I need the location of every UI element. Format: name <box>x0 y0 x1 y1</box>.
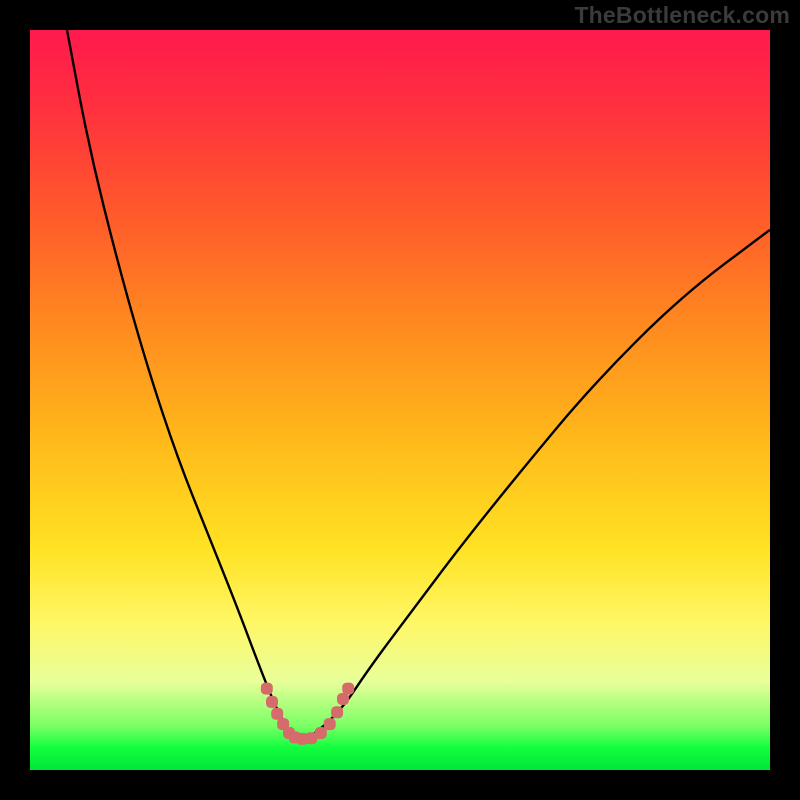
chart-stage: TheBottleneck.com <box>0 0 800 800</box>
marker-group <box>261 683 353 744</box>
curve-marker <box>338 694 349 705</box>
curve-marker <box>261 683 272 694</box>
curve-marker <box>267 696 278 707</box>
curve-marker <box>332 707 343 718</box>
watermark-text: TheBottleneck.com <box>574 2 790 29</box>
curve-marker <box>272 708 283 719</box>
bottleneck-curve <box>67 30 770 738</box>
chart-svg <box>30 30 770 770</box>
plot-area <box>30 30 770 770</box>
curve-marker <box>324 719 335 730</box>
curve-marker <box>315 728 326 739</box>
curve-marker <box>343 683 354 694</box>
